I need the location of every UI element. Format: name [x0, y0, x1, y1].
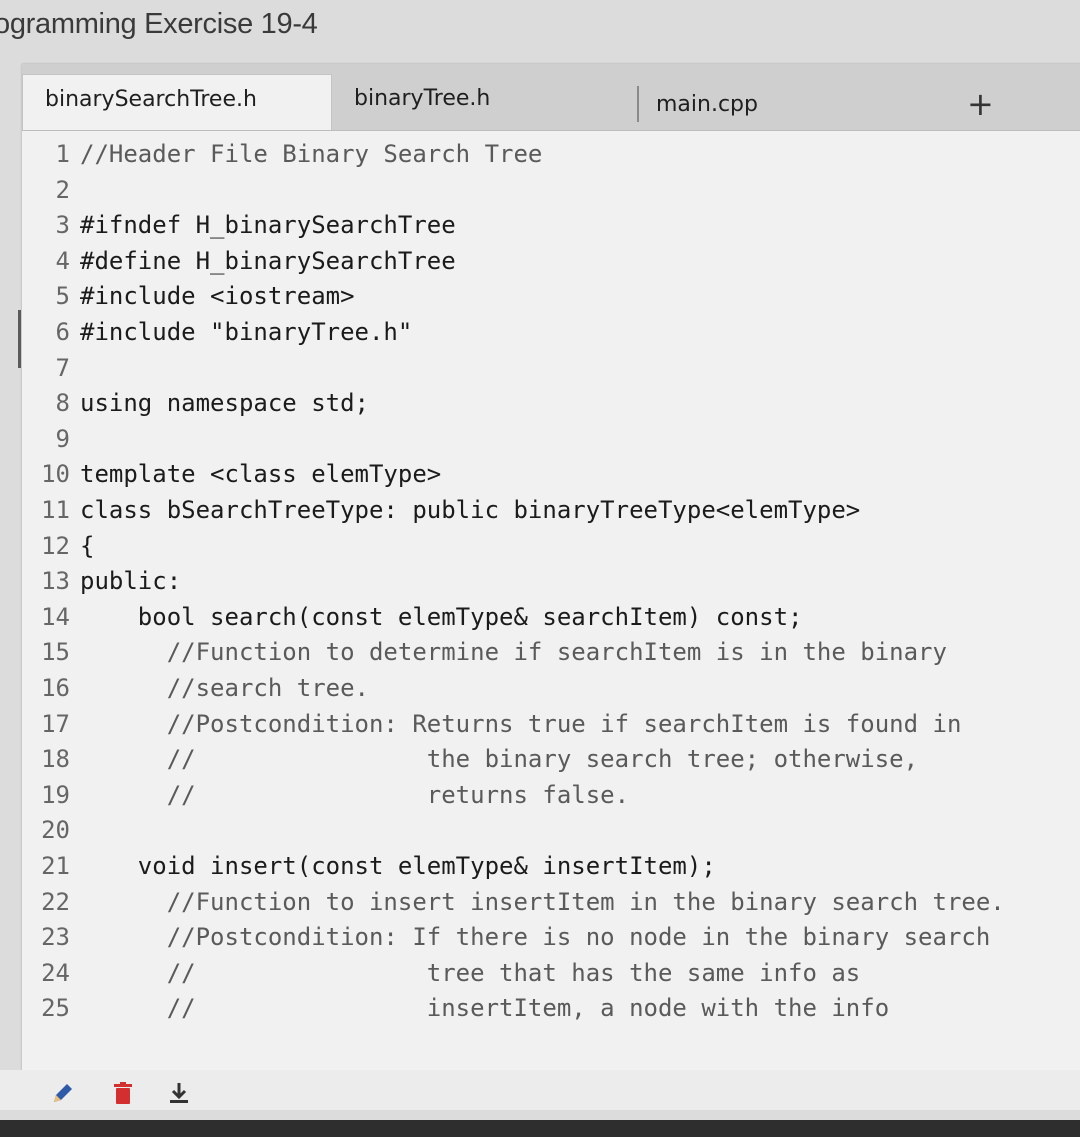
bottom-toolbar	[0, 1070, 1080, 1110]
line-number: 4	[55, 246, 70, 275]
tab-binarysearchtree-h[interactable]: binarySearchTree.h	[22, 74, 332, 130]
code-text: // the binary search tree; otherwise,	[80, 745, 919, 774]
code-area[interactable]: 1//Header File Binary Search Tree 2 3 #ifnd…	[22, 130, 1080, 1070]
code-line: 23 //Postcondition: If there is no node …	[22, 923, 1080, 959]
line-number: 14	[41, 602, 70, 631]
code-line: 9	[22, 425, 1080, 461]
line-number: 11	[41, 496, 70, 524]
code-text: // tree that has the same info as	[80, 958, 861, 987]
line-number: 16	[41, 674, 70, 702]
code-text: bool search(const elemType& searchItem) …	[80, 602, 803, 631]
code-text: // insertItem, a node with the info	[80, 994, 890, 1023]
line-number: 18	[41, 745, 70, 774]
line-number: 1	[55, 140, 70, 168]
code-line: 3 #ifndef H_binarySearchTree	[22, 211, 1080, 247]
cursor-marker	[18, 310, 21, 368]
line-number: 10	[41, 460, 70, 489]
code-line: 7	[22, 354, 1080, 390]
tab-main-cpp[interactable]: main.cpp	[634, 80, 934, 136]
code-text: void insert(const elemType& insertItem);	[80, 852, 716, 880]
trash-icon[interactable]	[110, 1080, 136, 1106]
code-text: template <class elemType>	[80, 460, 442, 489]
code-line: 10 template <class elemType>	[22, 460, 1080, 496]
line-number: 19	[41, 780, 70, 809]
code-line: 13 public:	[22, 567, 1080, 603]
line-number: 25	[41, 994, 70, 1023]
line-number: 6	[55, 318, 70, 346]
line-number: 12	[41, 531, 70, 560]
code-text: using namespace std;	[80, 389, 369, 418]
line-number: 8	[55, 389, 70, 418]
line-number: 24	[41, 958, 70, 987]
code-text: //Postcondition: If there is no node in …	[80, 923, 991, 952]
line-number: 13	[41, 567, 70, 596]
line-number: 17	[41, 709, 70, 738]
code-text: //search tree.	[80, 674, 369, 702]
code-line: 19 // returns false.	[22, 781, 1080, 817]
code-line: 11 class bSearchTreeType: public binaryTr…	[22, 496, 1080, 532]
code-line: 20	[22, 816, 1080, 852]
code-text: public:	[80, 567, 182, 596]
code-line: 22 //Function to insert insertItem in th…	[22, 888, 1080, 924]
code-line: 14 bool search(const elemType& searchIte…	[22, 603, 1080, 639]
line-number: 21	[41, 852, 70, 880]
code-text: //Postcondition: Returns true if searchI…	[80, 709, 962, 738]
code-text: #define H_binarySearchTree	[80, 246, 456, 275]
code-text: {	[80, 531, 95, 560]
pencil-icon[interactable]	[50, 1080, 76, 1106]
code-line: 1 //Header File Binary Search Tree	[22, 140, 1080, 176]
line-number: 23	[41, 923, 70, 952]
code-line: 6 #include "binaryTree.h"	[22, 318, 1080, 354]
code-text: class bSearchTreeType: public binaryTree…	[80, 496, 861, 524]
line-number: 2	[55, 175, 70, 204]
code-line: 8 using namespace std;	[22, 389, 1080, 425]
line-number: 5	[55, 282, 70, 311]
code-line: 25 // insertItem, a node with the info	[22, 994, 1080, 1030]
code-line: 5 #include <iostream>	[22, 282, 1080, 318]
code-line: 21 void insert(const elemType& insertIte…	[22, 852, 1080, 888]
code-text: #include "binaryTree.h"	[80, 318, 413, 346]
tab-bar: binarySearchTree.h binaryTree.h main.cpp…	[22, 64, 1080, 131]
code-line: 15 //Function to determine if searchItem…	[22, 638, 1080, 674]
code-text: //Function to determine if searchItem is…	[80, 638, 947, 667]
code-text: #ifndef H_binarySearchTree	[80, 211, 456, 240]
add-tab-button[interactable]: +	[967, 86, 994, 122]
line-number: 22	[41, 887, 70, 916]
line-number: 3	[55, 211, 70, 240]
code-line: 18 // the binary search tree; otherwise,	[22, 745, 1080, 781]
code-line: 4 #define H_binarySearchTree	[22, 247, 1080, 283]
code-editor: binarySearchTree.h binaryTree.h main.cpp…	[22, 64, 1080, 1084]
code-line: 2	[22, 176, 1080, 212]
line-number: 20	[41, 816, 70, 845]
code-text: //Header File Binary Search Tree	[80, 140, 543, 168]
tab-binarytree-h[interactable]: binaryTree.h	[332, 74, 632, 130]
code-line: 12 {	[22, 532, 1080, 568]
download-icon[interactable]	[166, 1080, 192, 1106]
code-line: 24 // tree that has the same info as	[22, 959, 1080, 995]
code-line: 16 //search tree.	[22, 674, 1080, 710]
code-text: #include <iostream>	[80, 282, 355, 311]
page-title: ogramming Exercise 19-4	[0, 8, 318, 40]
screen-bezel	[0, 1120, 1080, 1137]
code-text: //Function to insert insertItem in the b…	[80, 887, 1005, 916]
line-number: 15	[41, 638, 70, 667]
line-number: 9	[55, 424, 70, 453]
code-line: 17 //Postcondition: Returns true if sear…	[22, 710, 1080, 746]
line-number: 7	[55, 353, 70, 382]
code-text: // returns false.	[80, 780, 630, 809]
